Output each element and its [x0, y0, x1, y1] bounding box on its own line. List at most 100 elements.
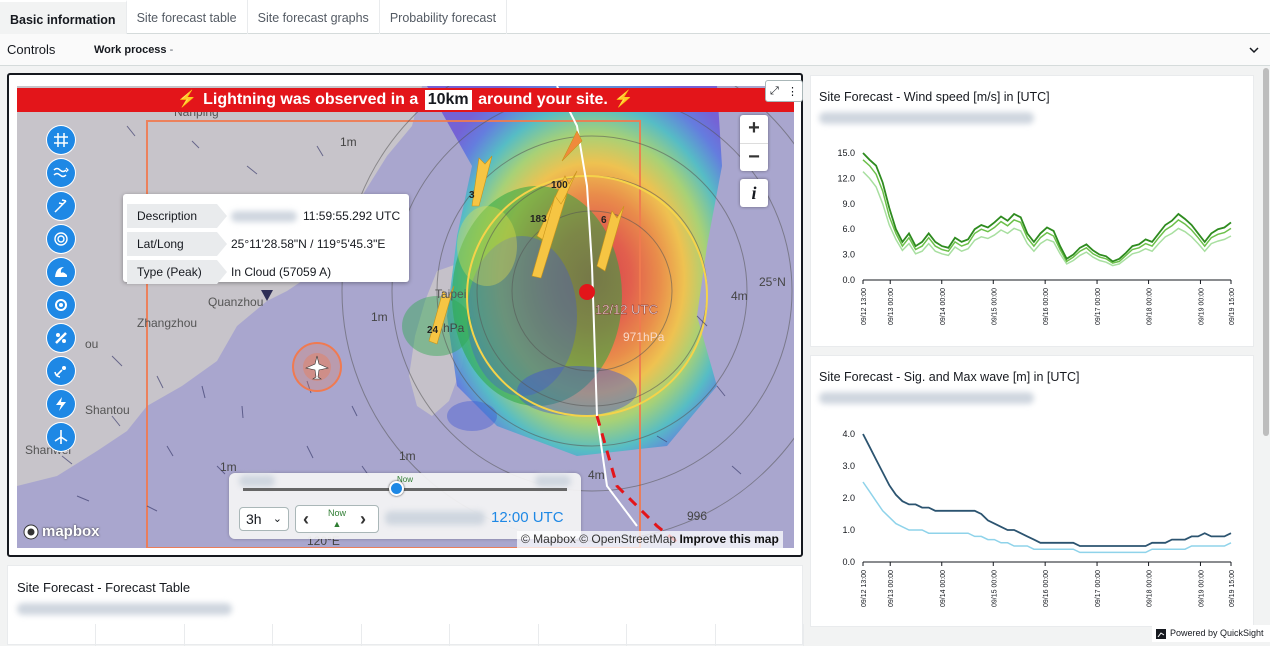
y-tick-label: 2.0 [842, 493, 855, 503]
tsunami-icon[interactable] [47, 258, 75, 286]
wave-label: 1m [220, 460, 237, 474]
series-line [862, 159, 1232, 264]
mapbox-attribution-link[interactable]: © Mapbox [521, 532, 576, 546]
storm-pressure-label: 971hPa [623, 330, 665, 344]
y-tick-label: 3.0 [842, 461, 855, 471]
lightning-icon: ⚡ [613, 91, 634, 108]
radar-icon[interactable] [47, 357, 75, 385]
grid-icon[interactable] [47, 126, 75, 154]
x-tick-label: 09/16 00:00 [1043, 570, 1050, 607]
work-process-control[interactable]: Work process - [94, 44, 173, 56]
x-tick-label: 09/18 00:00 [1147, 570, 1154, 607]
x-tick-label: 09/18 00:00 [1147, 288, 1154, 325]
storm-time-label: 12/12 UTC [595, 302, 658, 317]
lightning-icon: ⚡ [177, 91, 198, 108]
scrollbar-thumb[interactable] [1263, 68, 1269, 436]
wind-icon[interactable] [47, 192, 75, 220]
y-tick-label: 15.0 [837, 148, 855, 158]
strike-count: 100 [551, 180, 568, 191]
zoom-in-button[interactable]: + [740, 115, 768, 143]
work-process-label: Work process [94, 44, 167, 56]
site-marker[interactable] [292, 342, 342, 392]
x-tick-label: 09/15 00:00 [991, 570, 998, 607]
table-column [450, 624, 539, 646]
chevron-right-icon[interactable]: › [360, 509, 366, 530]
table-subtitle [17, 603, 232, 615]
x-tick-label: 09/17 00:00 [1095, 288, 1102, 325]
time-nav-group: ‹ Now ▲ › [295, 505, 379, 533]
expand-icon[interactable]: ⤢ [770, 85, 779, 98]
popup-value: 11:59:55.292 UTC [231, 204, 400, 228]
time-slider-panel: Now 3h ⌄ ‹ Now ▲ › 12:00 UTC [229, 473, 581, 539]
alert-text-prefix: Lightning was observed in a [203, 91, 419, 108]
info-button[interactable]: i [740, 179, 768, 207]
time-track[interactable] [243, 488, 567, 491]
time-step-value: 3h [246, 511, 262, 527]
series-line [862, 433, 1232, 547]
popup-value: In Cloud (57059 A) [231, 265, 332, 279]
card-tools: ⤢ ⋮ [765, 80, 803, 102]
zoom-out-button[interactable]: − [740, 143, 768, 171]
table-column [716, 624, 804, 646]
chevron-left-icon[interactable]: ‹ [303, 509, 309, 530]
popup-key: Description [127, 204, 227, 228]
wind-speed-chart-card: Site Forecast - Wind speed [m/s] in [UTC… [810, 75, 1254, 347]
target-icon[interactable] [47, 225, 75, 253]
table-column [273, 624, 362, 646]
wave-label: 1m [340, 135, 357, 149]
series-line [862, 481, 1232, 554]
quicksight-icon [1156, 628, 1166, 639]
series-line [862, 152, 1232, 263]
mapbox-logo-text: mapbox [42, 523, 100, 540]
tab-basic-information[interactable]: Basic information [0, 0, 127, 34]
more-options-icon[interactable]: ⋮ [787, 85, 798, 98]
powered-by-badge: Powered by QuickSight [1152, 625, 1270, 642]
tab-site-forecast-graphs[interactable]: Site forecast graphs [248, 0, 380, 34]
x-tick-label: 09/15 00:00 [991, 288, 998, 325]
wave-height-chart[interactable]: 4.0 3.0 2.0 1.0 0.0 09/12 13:00 09/13 00:00 09/… [811, 356, 1255, 628]
x-tick-label: 09/12 13:00 [861, 288, 868, 325]
wave-label: 4m [731, 289, 748, 303]
wave-height-chart-card: Site Forecast - Sig. and Max wave [m] in… [810, 355, 1254, 627]
osm-attribution-link[interactable]: © OpenStreetMap [579, 532, 676, 546]
place-taipei: Taipei [435, 287, 466, 301]
lightning-info-popup: Description 11:59:55.292 UTC Lat/Long 25… [123, 194, 409, 284]
tab-probability-forecast[interactable]: Probability forecast [380, 0, 508, 34]
work-process-value: - [169, 44, 174, 56]
y-tick-label: 0.0 [842, 275, 855, 285]
y-tick-label: 3.0 [842, 250, 855, 260]
wave-label: 1m [371, 310, 388, 324]
page-scrollbar[interactable] [1262, 66, 1270, 642]
place-quanzhou: Quanzhou [208, 295, 263, 309]
satellite-icon[interactable] [47, 324, 75, 352]
map-attribution: © Mapbox © OpenStreetMap Improve this ma… [517, 531, 783, 548]
strike-count: 24 [427, 325, 439, 336]
turbine-icon[interactable] [47, 423, 75, 451]
wind-speed-chart[interactable]: 15.0 12.0 9.0 6.0 3.0 0.0 09/12 13:00 09/13 00:… [811, 76, 1255, 348]
y-tick-label: 4.0 [842, 429, 855, 439]
lightning-icon[interactable] [47, 390, 75, 418]
description-time: 11:59:55.292 UTC [303, 209, 401, 223]
table-column [539, 624, 628, 646]
table-column [8, 624, 97, 646]
controls-bar[interactable]: Controls Work process - [0, 34, 1270, 66]
mapbox-logo[interactable]: mapbox [23, 523, 100, 540]
pressure-996-label: 996 [687, 509, 707, 523]
time-slider-thumb[interactable] [389, 481, 404, 496]
strike-count: 3 [469, 190, 475, 201]
improve-map-link[interactable]: Improve this map [679, 532, 778, 546]
y-tick-label: 1.0 [842, 525, 855, 535]
tab-site-forecast-table[interactable]: Site forecast table [127, 0, 248, 34]
cyclone-icon[interactable] [47, 291, 75, 319]
x-tick-label: 09/19 00:00 [1198, 570, 1205, 607]
time-step-select[interactable]: 3h ⌄ [239, 507, 289, 531]
time-end-label [535, 475, 571, 487]
now-button[interactable]: Now ▲ [322, 508, 352, 530]
chevron-down-icon[interactable] [1249, 45, 1259, 55]
wave-icon[interactable] [47, 159, 75, 187]
popup-row-type: Type (Peak) In Cloud (57059 A) [127, 260, 405, 284]
x-tick-label: 09/14 00:00 [940, 570, 947, 607]
hpa-label: hPa [443, 321, 465, 335]
x-tick-label: 09/13 00:00 [888, 288, 895, 325]
lightning-alert-banner: ⚡ Lightning was observed in a 10km around… [17, 88, 794, 112]
